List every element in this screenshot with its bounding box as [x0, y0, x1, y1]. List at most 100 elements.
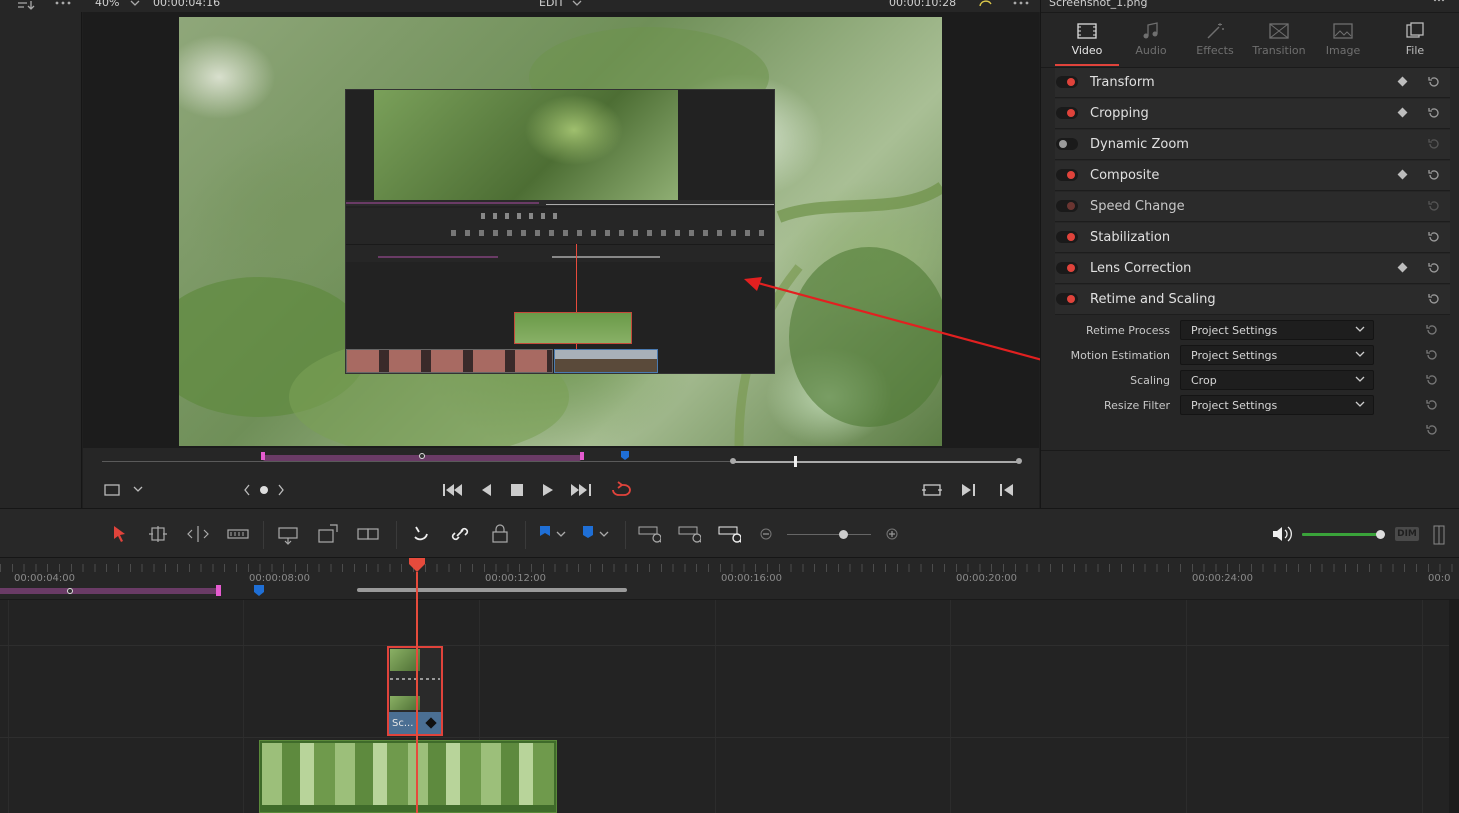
snapping-icon[interactable]: [409, 523, 433, 545]
timeline-blue-marker-icon[interactable]: [254, 585, 264, 597]
composite-toggle[interactable]: [1056, 169, 1078, 181]
reset-icon[interactable]: [1427, 106, 1441, 120]
volume-slider-fill[interactable]: [1302, 533, 1380, 536]
zoom-dropdown-chevron-icon[interactable]: [130, 0, 140, 8]
trim-edit-icon[interactable]: [146, 523, 170, 545]
lens-correction-toggle[interactable]: [1056, 262, 1078, 274]
custom-zoom-icon[interactable]: [717, 523, 741, 545]
reset-icon[interactable]: [1425, 373, 1439, 387]
keyframe-diamond-icon[interactable]: [1397, 76, 1408, 87]
section-lens-correction[interactable]: Lens Correction: [1055, 254, 1450, 284]
dynamic-zoom-toggle[interactable]: [1056, 138, 1078, 150]
section-composite[interactable]: Composite: [1055, 161, 1450, 191]
next-edit-icon[interactable]: [961, 483, 977, 497]
zoom-slider-track[interactable]: [787, 534, 871, 535]
cropping-toggle[interactable]: [1056, 107, 1078, 119]
audio-meter-icon[interactable]: [1432, 525, 1446, 545]
section-retime-and-scaling[interactable]: Retime and Scaling: [1055, 285, 1450, 315]
keyframe-diamond-icon[interactable]: [1397, 169, 1408, 180]
motion-estimation-select[interactable]: Project Settings: [1180, 345, 1374, 365]
match-frame-icon[interactable]: [921, 482, 943, 498]
sync-icon[interactable]: [978, 0, 994, 10]
replace-clip-icon[interactable]: [356, 523, 380, 545]
tab-image[interactable]: Image: [1311, 22, 1375, 57]
edit-mode-label[interactable]: EDIT: [539, 0, 564, 9]
section-dynamic-zoom[interactable]: Dynamic Zoom: [1055, 130, 1450, 160]
detail-zoom-icon[interactable]: [677, 523, 701, 545]
play-icon[interactable]: [542, 483, 554, 497]
go-to-start-icon[interactable]: [442, 483, 464, 497]
overwrite-clip-icon[interactable]: [316, 523, 340, 545]
reset-icon[interactable]: [1427, 168, 1441, 182]
zoom-out-icon[interactable]: [758, 523, 782, 545]
timeline-out-marker[interactable]: [216, 585, 221, 596]
blue-marker-icon[interactable]: [621, 451, 629, 461]
tab-audio[interactable]: Audio: [1119, 22, 1183, 57]
step-back-icon[interactable]: [480, 483, 492, 497]
section-cropping[interactable]: Cropping: [1055, 99, 1450, 129]
volume-icon[interactable]: [1270, 523, 1294, 545]
scaling-select[interactable]: Crop: [1180, 370, 1374, 390]
stabilization-toggle[interactable]: [1056, 231, 1078, 243]
timeline-tracks[interactable]: Sc...: [0, 600, 1449, 813]
timeline-ruler[interactable]: 00:00:04:00 00:00:08:00 00:00:12:00 00:0…: [0, 558, 1459, 600]
reset-icon[interactable]: [1425, 398, 1439, 412]
tab-effects[interactable]: Effects: [1183, 22, 1247, 57]
viewer-framing-icon[interactable]: [103, 483, 121, 497]
timeline-vertical-scrollbar[interactable]: [1449, 600, 1459, 813]
retime-process-select[interactable]: Project Settings: [1180, 320, 1374, 340]
dim-button[interactable]: DIM: [1395, 527, 1419, 541]
reset-icon[interactable]: [1425, 348, 1439, 362]
zoom-slider-handle[interactable]: [839, 530, 848, 539]
keyframe-diamond-icon[interactable]: [1397, 262, 1408, 273]
section-speed-change[interactable]: Speed Change: [1055, 192, 1450, 222]
stop-icon[interactable]: [510, 483, 524, 497]
selection-arrow-icon[interactable]: [108, 523, 132, 545]
video-clip-plant[interactable]: [259, 740, 557, 813]
out-marker[interactable]: [580, 452, 584, 460]
zoom-level[interactable]: 40%: [95, 0, 119, 9]
retime-scaling-toggle[interactable]: [1056, 293, 1078, 305]
flag-chevron-icon[interactable]: [555, 523, 579, 545]
dynamic-trim-icon[interactable]: [186, 523, 210, 545]
reset-icon[interactable]: [1427, 261, 1441, 275]
playhead-handle[interactable]: [794, 456, 797, 467]
blade-icon[interactable]: [226, 523, 250, 545]
reset-icon[interactable]: [1427, 75, 1441, 89]
previous-edit-icon[interactable]: [999, 483, 1015, 497]
marker-chevron-icon[interactable]: [598, 523, 622, 545]
reset-icon[interactable]: [1427, 199, 1441, 213]
resize-filter-select[interactable]: Project Settings: [1180, 395, 1374, 415]
inspector-more-icon[interactable]: [1433, 0, 1445, 6]
sort-icon[interactable]: [16, 0, 36, 10]
viewer-more-icon[interactable]: [1012, 0, 1030, 8]
mode-dropdown-chevron-icon[interactable]: [572, 0, 582, 8]
transform-toggle[interactable]: [1056, 76, 1078, 88]
section-transform[interactable]: Transform: [1055, 68, 1450, 98]
reset-icon[interactable]: [1427, 292, 1441, 306]
playhead-line[interactable]: [416, 600, 418, 813]
more-options-icon[interactable]: [54, 0, 72, 8]
speed-change-toggle[interactable]: [1056, 200, 1078, 212]
reset-icon[interactable]: [1425, 323, 1439, 337]
tab-video[interactable]: Video: [1055, 22, 1119, 57]
go-to-end-icon[interactable]: [570, 483, 592, 497]
jog-control-icon[interactable]: [243, 484, 289, 496]
full-extent-zoom-icon[interactable]: [637, 523, 661, 545]
framing-chevron-icon[interactable]: [133, 486, 143, 494]
insert-clip-icon[interactable]: [276, 523, 300, 545]
section-stabilization[interactable]: Stabilization: [1055, 223, 1450, 253]
volume-slider-handle[interactable]: [1376, 530, 1385, 539]
linked-selection-icon[interactable]: [448, 523, 472, 545]
tab-file[interactable]: File: [1383, 22, 1447, 57]
in-marker[interactable]: [261, 452, 265, 460]
zoom-in-icon[interactable]: [884, 523, 908, 545]
keyframe-diamond-icon[interactable]: [1397, 107, 1408, 118]
reset-icon[interactable]: [1427, 137, 1441, 151]
reset-icon[interactable]: [1427, 230, 1441, 244]
position-lock-icon[interactable]: [488, 523, 512, 545]
range-bar[interactable]: [357, 588, 627, 592]
loop-icon[interactable]: [609, 481, 631, 499]
tab-transition[interactable]: Transition: [1247, 22, 1311, 57]
playhead-head-icon[interactable]: [409, 558, 425, 572]
